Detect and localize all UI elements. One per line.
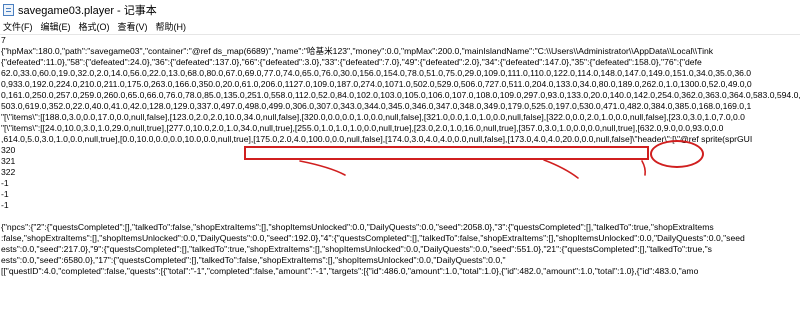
text-line: -1 bbox=[1, 200, 9, 210]
text-line: {"defeated":11.0},"58":{"defeated":24.0}… bbox=[1, 57, 702, 67]
text-editor-area[interactable]: 7 {"hpMax":180.0,"path":"savegame03","co… bbox=[0, 35, 800, 310]
annotation-stroke-3 bbox=[641, 160, 646, 176]
line-suffix: :[\"@ref sprite(sprGUI bbox=[669, 134, 753, 144]
text-line: {"npcs":{"2":{"questsCompleted":[],"talk… bbox=[1, 222, 714, 232]
menu-help[interactable]: 帮助(H) bbox=[152, 20, 191, 33]
text-line: ests":0.0,"seed":6580.0},"17":{"questsCo… bbox=[1, 255, 506, 265]
line-prefix: ,614.0,5.0,3.0,1.0,0.0,null,true],[0.0,1… bbox=[1, 134, 254, 144]
text-line: 321 bbox=[1, 156, 16, 166]
text-line: ests":0.0,"seed":217.0},"9":{"questsComp… bbox=[1, 244, 712, 254]
title-bar: savegame03.player - 记事本 bbox=[0, 0, 800, 19]
notepad-app-icon bbox=[3, 3, 14, 16]
text-line: "[\"items\":[[24.0,10.0,3.0,1.0,29.0,nul… bbox=[1, 123, 724, 133]
red-highlight-box bbox=[244, 146, 649, 160]
window-title: savegame03.player - 记事本 bbox=[18, 4, 157, 17]
text-line: 62.0,33.0,60.0,19.0,32.0,2.0,14.0,56.0,2… bbox=[1, 68, 752, 78]
menu-file[interactable]: 文件(F) bbox=[0, 20, 37, 33]
text-line: -1 bbox=[1, 178, 9, 188]
text-line: [["questID":4.0,"completed":false,"quest… bbox=[1, 266, 699, 276]
text-line: 7 bbox=[1, 35, 6, 45]
text-line: 320 bbox=[1, 145, 16, 155]
boxed-text: [175.0,2.0,4.0,100.0,0.0,null,false],[17… bbox=[253, 134, 633, 144]
text-line: {"hpMax":180.0,"path":"savegame03","cont… bbox=[1, 46, 714, 56]
menu-edit[interactable]: 编辑(E) bbox=[37, 20, 75, 33]
text-line: 503.0,619.0,352.0,22.0,40.0,41.0,42.0,12… bbox=[1, 101, 752, 111]
menu-bar: 文件(F) 编辑(E) 格式(O) 查看(V) 帮助(H) bbox=[0, 19, 800, 35]
menu-view[interactable]: 查看(V) bbox=[114, 20, 152, 33]
annotation-stroke-2 bbox=[543, 159, 579, 179]
text-line: -1 bbox=[1, 189, 9, 199]
circled-header-text: \"header\" bbox=[632, 134, 670, 144]
annotation-stroke-1 bbox=[299, 160, 346, 176]
text-line: :false,"shopExtraItems":[],"shopItemsUnl… bbox=[1, 233, 745, 243]
text-line: "[\"items\":[[188.0,3.0,0.0,17.0,0.0,nul… bbox=[1, 112, 745, 122]
highlighted-text-line: ,614.0,5.0,3.0,1.0,0.0,null,true],[0.0,1… bbox=[1, 134, 752, 145]
menu-format[interactable]: 格式(O) bbox=[75, 20, 114, 33]
text-line: 0,161.0,250.0,257.0,259.0,260.0,65.0,66.… bbox=[1, 90, 800, 100]
text-line: 322 bbox=[1, 167, 16, 177]
text-line: 0,933.0,192.0,224.0,210.0,211.0,175.0,26… bbox=[1, 79, 752, 89]
